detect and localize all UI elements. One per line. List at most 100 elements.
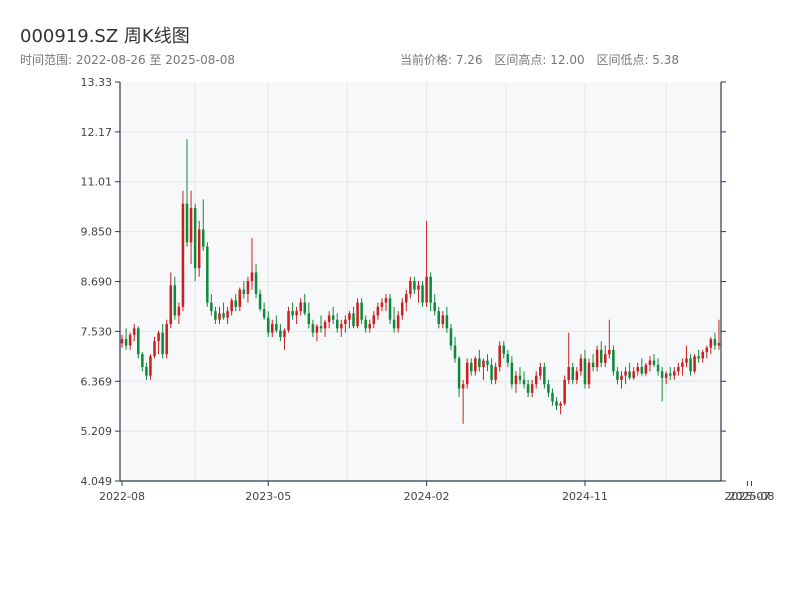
candle-body [214,311,217,320]
candle-body [149,356,152,376]
candle-body [210,302,213,312]
candle-body [571,367,575,380]
candle [356,298,359,329]
candle-body [189,207,193,243]
candle-body [628,371,631,378]
candle [206,242,209,307]
candle [612,345,615,376]
candle-body [173,285,177,316]
candle-body [327,315,331,322]
candle-body [234,300,237,307]
candle-body [689,358,692,372]
candle-body [299,302,302,312]
candle-body [356,302,359,327]
candle-body [526,384,530,393]
candle-body [478,358,481,368]
candle-body [400,302,404,316]
candle-body [319,326,323,329]
candle-body [177,306,181,316]
candle-body [153,341,156,357]
candle-body [141,354,144,368]
candle-body [262,308,266,318]
candle-body [283,330,286,337]
candle-body [429,276,432,303]
candle-body [673,371,676,376]
candle-body [344,319,347,325]
candle-body [384,298,388,303]
candle-body [465,362,469,385]
candle-body [587,362,591,385]
candle-body [226,311,229,318]
candle-body [137,328,140,355]
candle-body [486,360,489,365]
y-tick-label: 5.209 [81,425,113,438]
y-tick-label: 13.33 [81,76,113,89]
candle-body [238,289,242,307]
candle-body [494,367,497,380]
candle-body [368,324,371,329]
candle-body [331,315,335,320]
candle-body [266,317,270,333]
candle [693,354,696,374]
candle [563,375,566,406]
candle-body [348,313,351,320]
candle-body [510,362,514,385]
candle-body [567,367,570,380]
candle-body [709,339,713,348]
candle-body [323,321,327,329]
candle-body [413,281,416,290]
candle-body [539,367,542,376]
candle-body [279,330,282,337]
y-tick-label: 7.530 [81,325,113,338]
candle-body [421,285,424,303]
candle-body [437,311,441,325]
candle-body [201,229,205,247]
candle-body [522,379,526,385]
x-tick-label: 2023-05 [245,490,291,503]
candle-body [124,339,128,346]
candle [498,341,501,372]
candle-body [242,289,246,294]
candle-body [534,375,538,385]
candle-body [591,362,595,368]
x-tick-label: 2024-02 [404,490,450,503]
candle-body [664,373,668,378]
y-tick-label: 12.17 [81,126,113,139]
candle-body [315,326,319,333]
candle-body [616,371,619,380]
y-tick-label: 8.690 [81,275,113,288]
candle-body [307,313,311,325]
candle-body [624,371,627,376]
candle-body [518,375,522,380]
candle-body [392,319,396,329]
candle-body [303,302,307,314]
candle-body [291,311,294,316]
candle-body [222,313,225,318]
candle-body [506,354,510,363]
candle-body [656,364,660,372]
candle-body [530,384,534,393]
candle-body [555,401,558,406]
candle-body [396,315,400,329]
candle-body [157,332,160,342]
candle-body [441,315,445,325]
y-tick-label: 6.369 [81,375,113,388]
candle-body [461,384,465,389]
candle-body [575,371,579,380]
candle-body [583,358,587,385]
candle-body [181,203,185,307]
candle-body [287,311,290,331]
candle-body [128,334,132,346]
candle-body [449,328,453,346]
candle-body [470,362,473,372]
x-tick-label: 2022-08 [99,490,145,503]
candle [388,293,392,325]
candle-body [612,349,615,372]
y-tick-label: 11.01 [81,176,113,189]
candle-body [498,345,501,368]
candle-body [360,302,363,320]
candle-body [388,298,392,320]
candle-body [697,356,700,359]
candle-body [705,347,709,352]
candle-body [668,373,672,376]
